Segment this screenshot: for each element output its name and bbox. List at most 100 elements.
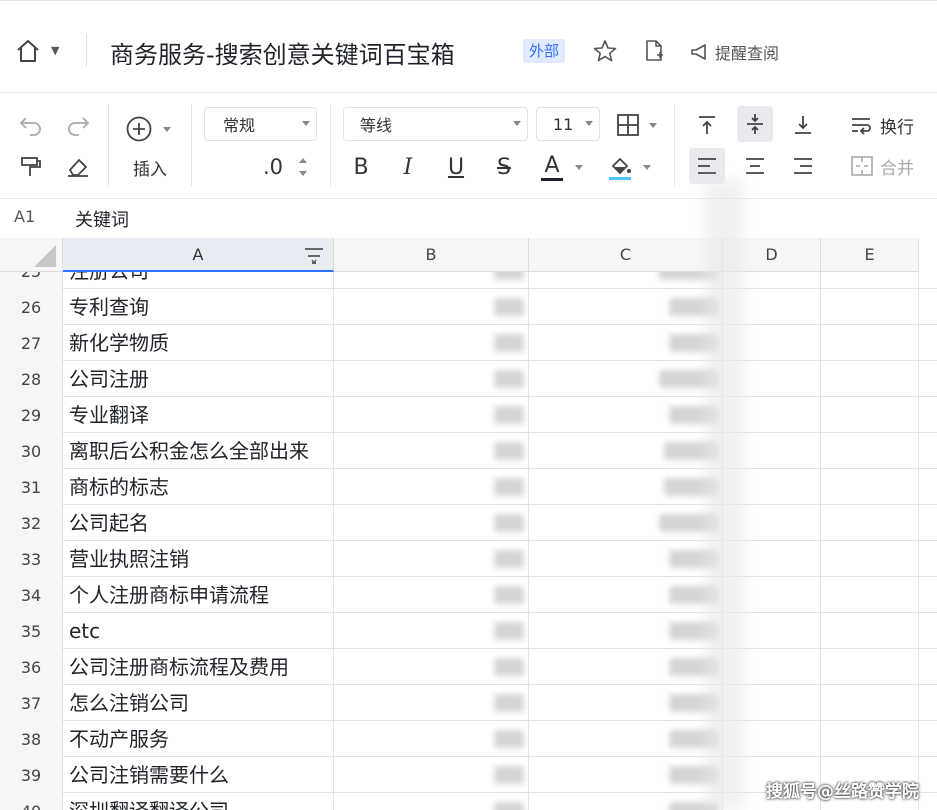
cell-c[interactable]: [529, 649, 723, 685]
cell-b[interactable]: [334, 289, 529, 325]
cell-b[interactable]: [334, 361, 529, 397]
cell-a[interactable]: 公司起名: [63, 505, 334, 541]
cell-e[interactable]: [821, 649, 919, 685]
font-family-select[interactable]: 等线: [343, 107, 528, 141]
row-number[interactable]: 29: [0, 397, 63, 433]
undo-icon[interactable]: [16, 112, 46, 138]
cell-c[interactable]: [529, 433, 723, 469]
insert-label[interactable]: 插入: [130, 155, 170, 180]
select-all-corner[interactable]: [0, 238, 63, 272]
cell-c[interactable]: [529, 613, 723, 649]
cell-b[interactable]: [334, 272, 529, 289]
number-format-select[interactable]: 常规: [204, 107, 317, 141]
document-title[interactable]: 商务服务-搜索创意关键词百宝箱: [110, 35, 455, 70]
cell-a[interactable]: 公司注册商标流程及费用: [63, 649, 334, 685]
align-bottom-icon[interactable]: [786, 108, 820, 142]
row-number[interactable]: 30: [0, 433, 63, 469]
cell-e[interactable]: [821, 469, 919, 505]
cell-c[interactable]: [529, 793, 723, 810]
cell-e[interactable]: [821, 541, 919, 577]
cell-a[interactable]: 公司注册: [63, 361, 334, 397]
insert-icon[interactable]: [124, 114, 154, 144]
cell-c[interactable]: [529, 272, 723, 289]
cell-c[interactable]: [529, 361, 723, 397]
remind-button[interactable]: 提醒查阅: [689, 40, 779, 64]
border-icon[interactable]: [612, 110, 644, 140]
cell-e[interactable]: [821, 577, 919, 613]
font-size-select[interactable]: 11: [536, 107, 600, 141]
row-number[interactable]: 38: [0, 721, 63, 757]
filter-icon[interactable]: [303, 246, 325, 266]
underline-button[interactable]: U: [441, 152, 471, 182]
column-header-c[interactable]: C: [529, 238, 723, 272]
row-number[interactable]: 26: [0, 289, 63, 325]
cell-e[interactable]: [821, 505, 919, 541]
cell-c[interactable]: [529, 685, 723, 721]
format-painter-icon[interactable]: [16, 154, 46, 180]
cell-b[interactable]: [334, 721, 529, 757]
decimal-label[interactable]: .0: [258, 152, 288, 182]
wrap-button[interactable]: 换行: [842, 108, 922, 142]
cell-a[interactable]: 专利查询: [63, 289, 334, 325]
cell-a[interactable]: 新化学物质: [63, 325, 334, 361]
cell-c[interactable]: [529, 721, 723, 757]
cell-a[interactable]: 商标的标志: [63, 469, 334, 505]
cell-c[interactable]: [529, 505, 723, 541]
cell-a[interactable]: 深圳翻译翻译公司: [63, 793, 334, 810]
column-header-b[interactable]: B: [334, 238, 529, 272]
row-number[interactable]: 33: [0, 541, 63, 577]
cell-a[interactable]: 公司注销需要什么: [63, 757, 334, 793]
align-top-icon[interactable]: [690, 108, 724, 142]
cell-e[interactable]: [821, 289, 919, 325]
cell-a[interactable]: 个人注册商标申请流程: [63, 577, 334, 613]
row-number[interactable]: 28: [0, 361, 63, 397]
cell-b[interactable]: [334, 505, 529, 541]
home-icon[interactable]: [14, 37, 42, 65]
cell-e[interactable]: [821, 613, 919, 649]
cell-b[interactable]: [334, 397, 529, 433]
font-color-dropdown-icon[interactable]: [572, 162, 586, 172]
fill-color-icon[interactable]: [603, 150, 637, 184]
row-number[interactable]: 35: [0, 613, 63, 649]
border-dropdown-icon[interactable]: [646, 120, 660, 130]
align-left-icon[interactable]: [689, 148, 725, 184]
cell-e[interactable]: [821, 325, 919, 361]
cell-b[interactable]: [334, 649, 529, 685]
align-center-icon[interactable]: [738, 149, 772, 183]
column-header-e[interactable]: E: [821, 238, 919, 272]
home-dropdown-icon[interactable]: ▼: [51, 44, 59, 57]
cell-a[interactable]: 注册公司: [63, 272, 334, 289]
column-header-a[interactable]: A: [63, 238, 334, 272]
cell-c[interactable]: [529, 541, 723, 577]
cell-b[interactable]: [334, 793, 529, 810]
cell-a[interactable]: etc: [63, 613, 334, 649]
cell-b[interactable]: [334, 325, 529, 361]
cell-b[interactable]: [334, 469, 529, 505]
align-middle-icon[interactable]: [737, 106, 773, 142]
strikethrough-button[interactable]: S: [489, 152, 519, 182]
cell-reference[interactable]: A1: [14, 207, 35, 226]
align-right-icon[interactable]: [786, 149, 820, 183]
cell-c[interactable]: [529, 397, 723, 433]
cell-c[interactable]: [529, 325, 723, 361]
row-number[interactable]: 39: [0, 757, 63, 793]
cell-b[interactable]: [334, 757, 529, 793]
cell-e[interactable]: [821, 685, 919, 721]
cell-e[interactable]: [821, 721, 919, 757]
row-number[interactable]: 37: [0, 685, 63, 721]
cell-b[interactable]: [334, 613, 529, 649]
row-number[interactable]: 32: [0, 505, 63, 541]
row-number[interactable]: 40: [0, 793, 63, 810]
cell-c[interactable]: [529, 577, 723, 613]
cell-b[interactable]: [334, 577, 529, 613]
cell-c[interactable]: [529, 289, 723, 325]
cell-c[interactable]: [529, 757, 723, 793]
cell-e[interactable]: [821, 361, 919, 397]
merge-button[interactable]: 合并: [842, 149, 922, 183]
cell-b[interactable]: [334, 685, 529, 721]
row-number[interactable]: 36: [0, 649, 63, 685]
add-to-folder-icon[interactable]: [642, 38, 666, 64]
fill-color-dropdown-icon[interactable]: [640, 162, 654, 172]
cell-b[interactable]: [334, 433, 529, 469]
star-icon[interactable]: [592, 38, 618, 64]
